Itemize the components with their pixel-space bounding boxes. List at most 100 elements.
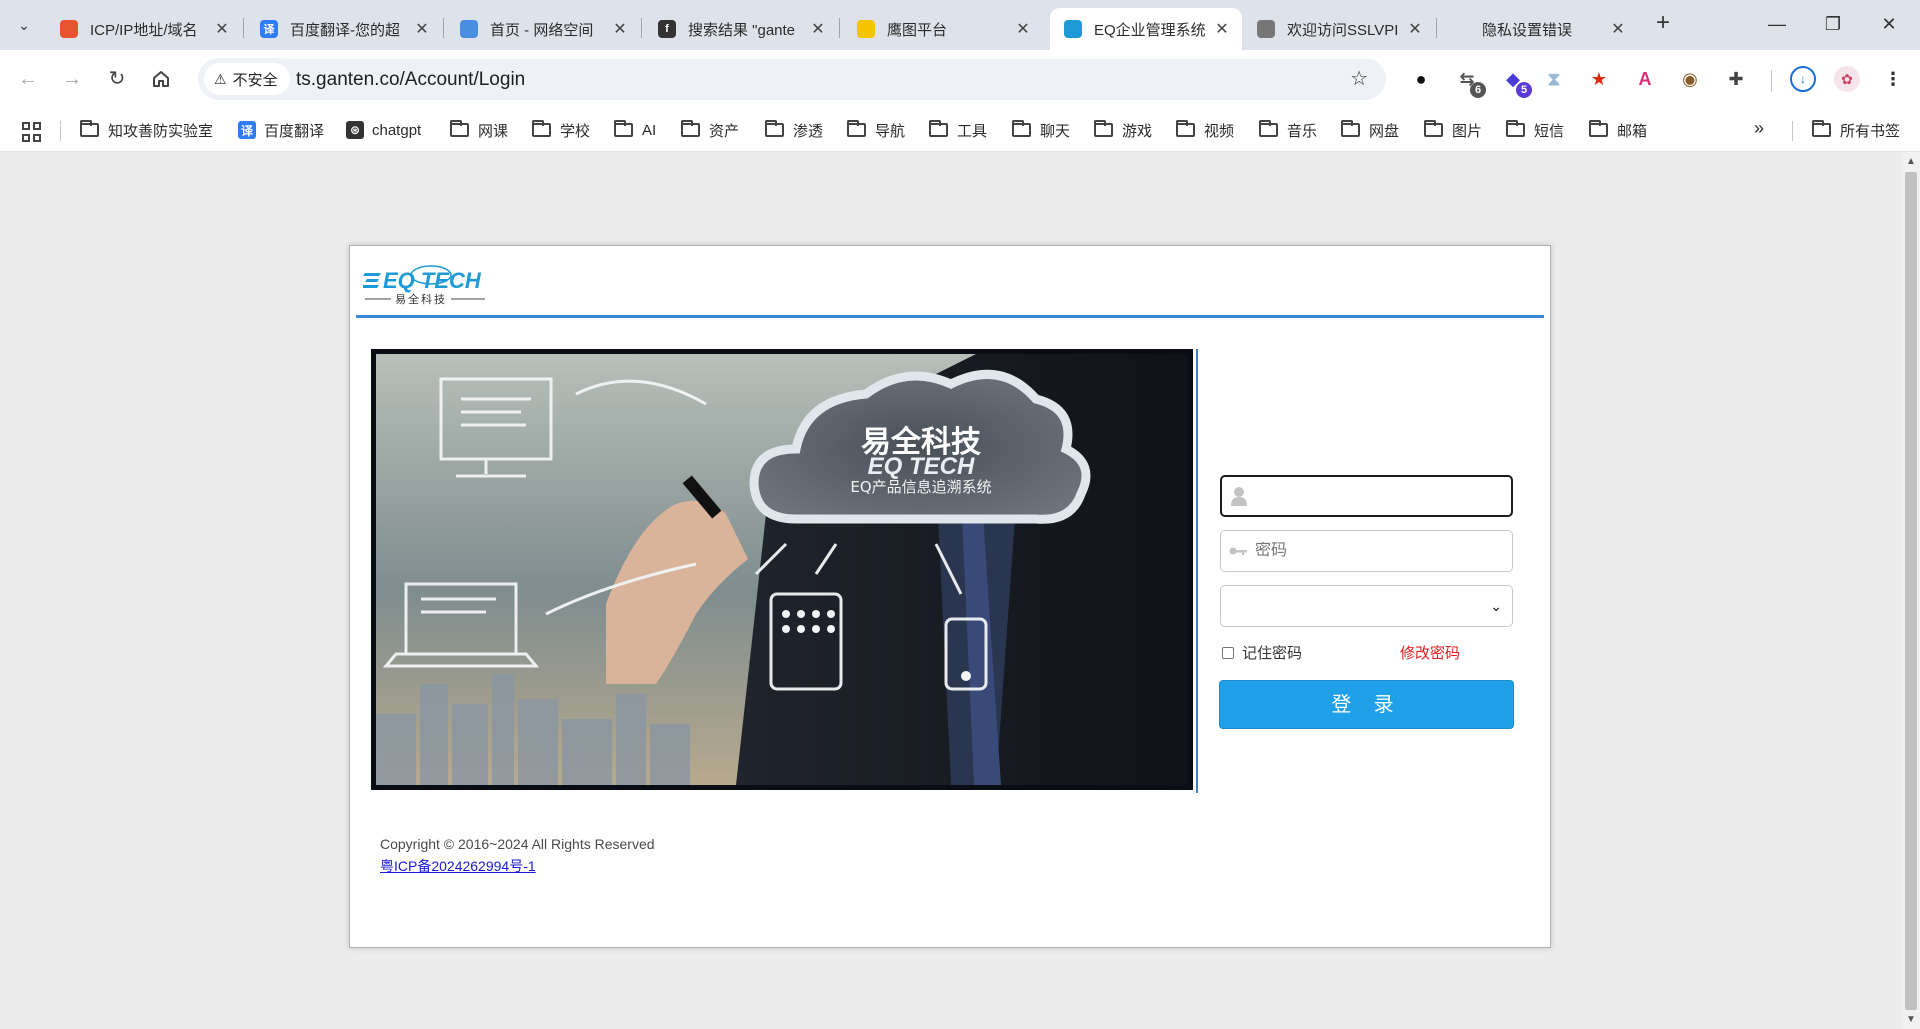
reload-button[interactable]: ↻ [103, 65, 131, 93]
bookmark-label: 百度翻译 [264, 122, 325, 140]
login-button[interactable]: 登 录 [1219, 680, 1514, 729]
url-host: ts.ganten.co [296, 69, 400, 90]
hourglass-extension-icon[interactable]: ⧗ [1541, 66, 1567, 92]
home-button[interactable] [147, 65, 175, 93]
browser-tab[interactable]: 隐私设置错误 ✕ [1438, 8, 1638, 50]
browser-tab[interactable]: 译百度翻译-您的超 ✕ [246, 8, 442, 50]
download-icon[interactable]: ↓ [1790, 66, 1816, 92]
close-tab-icon[interactable]: ✕ [212, 19, 232, 39]
password-input[interactable] [1255, 542, 1495, 560]
toolbar-divider [1771, 70, 1772, 92]
profile-avatar[interactable]: ✿ [1834, 66, 1860, 92]
chatgpt-icon: ⊛ [346, 121, 364, 139]
all-bookmarks-button[interactable]: 所有书签 [1812, 119, 1900, 141]
security-chip[interactable]: ⚠ 不安全 [204, 63, 290, 95]
bookmark-item[interactable]: 音乐 [1259, 119, 1317, 141]
bookmarks-overflow-button[interactable]: » [1754, 117, 1764, 139]
browser-tab[interactable]: ICP/IP地址/域名 ✕ [46, 8, 242, 50]
bookmark-item[interactable]: AI [614, 119, 656, 141]
close-tab-icon[interactable]: ✕ [412, 19, 432, 39]
arrow-right-icon: → [62, 68, 82, 90]
password-field[interactable] [1220, 530, 1513, 572]
forward-button[interactable]: → [58, 65, 86, 93]
icp-link[interactable]: 粤ICP备2024262994号-1 [380, 856, 536, 876]
scroll-down-icon[interactable]: ▼ [1906, 1014, 1916, 1025]
close-tab-icon[interactable]: ✕ [808, 19, 828, 39]
remember-password[interactable]: 记住密码 [1220, 642, 1302, 663]
scroll-up-icon[interactable]: ▲ [1906, 156, 1916, 167]
bookmark-item[interactable]: 图片 [1424, 119, 1482, 141]
bookmark-item[interactable]: 邮箱 [1589, 119, 1647, 141]
address-bar[interactable]: ⚠ 不安全 ts.ganten.co/Account/Login ☆ [198, 58, 1386, 100]
shield-extension-icon[interactable]: ◆ 5 [1500, 66, 1532, 98]
bookmark-item[interactable]: 网课 [450, 119, 508, 141]
bookmark-label: 视频 [1204, 122, 1235, 140]
bookmark-item[interactable]: 导航 [847, 119, 905, 141]
bookmark-item[interactable]: 视频 [1176, 119, 1234, 141]
close-window-button[interactable]: ✕ [1866, 8, 1912, 40]
close-tab-icon[interactable]: ✕ [1013, 19, 1033, 39]
browser-tab[interactable]: 鹰图平台 ✕ [843, 8, 1043, 50]
new-tab-button[interactable]: + [1649, 10, 1677, 38]
bookmark-item[interactable]: 游戏 [1094, 119, 1152, 141]
hunter-favicon [857, 20, 875, 38]
browser-tab[interactable]: f 搜索结果 "gante ✕ [644, 8, 838, 50]
bookmarks-bar: 知攻善防实验室 译百度翻译 ⊛ chatgpt 网课 学校 AI 资产 渗透 导航 工具 聊天 游戏 视频… [0, 108, 1920, 152]
logo-text: EQ TECH [383, 268, 482, 293]
eq-tech-logo: EQ TECH 易全科技 [363, 265, 485, 306]
bookmark-item[interactable]: 聊天 [1012, 119, 1070, 141]
puzzle-extension-icon[interactable]: ✚ [1723, 66, 1749, 92]
page-scrollbar[interactable]: ▲ ▼ [1902, 152, 1920, 1029]
bookmark-star-icon[interactable]: ☆ [1350, 66, 1368, 91]
username-field[interactable] [1220, 475, 1513, 517]
login-card: EQ TECH 易全科技 易全科技 EQ TECH EQ产品信息追溯系统 ⌄ 记… [349, 245, 1551, 948]
bookmark-item[interactable]: 学校 [532, 119, 590, 141]
browser-tab[interactable]: EQ企业管理系统 ✕ [1050, 8, 1242, 50]
china-flag-extension-icon[interactable]: ★ [1586, 66, 1612, 92]
bookmark-label: 工具 [957, 122, 988, 140]
bookmark-item[interactable]: 网盘 [1341, 119, 1399, 141]
remember-label: 记住密码 [1242, 645, 1303, 662]
close-tab-icon[interactable]: ✕ [1608, 19, 1628, 39]
back-button[interactable]: ← [14, 65, 42, 93]
bookmarks-divider [60, 121, 61, 141]
bookmark-item[interactable]: 译百度翻译 [238, 119, 324, 141]
close-tab-icon[interactable]: ✕ [1405, 19, 1425, 39]
translate-extension-icon[interactable]: ⇆ 6 [1454, 66, 1486, 98]
bookmark-item[interactable]: 工具 [929, 119, 987, 141]
circle-extension-icon[interactable]: ● [1408, 66, 1434, 92]
tab-search-button[interactable]: ⌄ [10, 11, 38, 39]
copyright-text: Copyright © 2016~2024 All Rights Reserve… [380, 836, 655, 852]
banner-caption: EQ产品信息追溯系统 [850, 478, 991, 496]
cookie-extension-icon[interactable]: ◉ [1677, 66, 1703, 92]
bookmark-label: 学校 [560, 122, 591, 140]
bookmark-label: 音乐 [1287, 122, 1318, 140]
browser-tab[interactable]: 首页 - 网络空间 ✕ [446, 8, 640, 50]
tab-title: 百度翻译-您的超 [290, 21, 400, 39]
bookmark-item[interactable]: ⊛ chatgpt [346, 119, 421, 141]
scrollbar-thumb[interactable] [1905, 172, 1917, 1010]
bookmark-item[interactable]: 渗透 [765, 119, 823, 141]
close-tab-icon[interactable]: ✕ [610, 19, 630, 39]
apps-grid-icon[interactable] [22, 122, 42, 142]
folder-icon [1812, 120, 1831, 137]
remember-checkbox[interactable] [1222, 646, 1234, 659]
header-rule [356, 315, 1544, 318]
folder-icon [929, 120, 948, 137]
change-password-link[interactable]: 修改密码 [1400, 642, 1460, 663]
folder-icon [1506, 120, 1525, 137]
browser-tab[interactable]: 欢迎访问SSLVPI ✕ [1243, 8, 1435, 50]
bookmark-item[interactable]: 知攻善防实验室 [80, 119, 213, 141]
chevron-down-icon: ⌄ [1490, 598, 1502, 614]
close-tab-icon[interactable]: ✕ [1212, 19, 1232, 39]
bookmark-item[interactable]: 短信 [1506, 119, 1564, 141]
restore-button[interactable]: ❐ [1810, 8, 1856, 40]
system-select[interactable]: ⌄ [1220, 585, 1513, 627]
magenta-extension-icon[interactable]: A [1632, 66, 1658, 92]
username-input[interactable] [1256, 487, 1496, 505]
bookmark-item[interactable]: 资产 [681, 119, 739, 141]
menu-kebab-icon[interactable]: ⋮ [1880, 66, 1906, 92]
minimize-button[interactable]: ― [1754, 8, 1800, 40]
tab-divider [243, 18, 244, 38]
url-text[interactable]: ts.ganten.co/Account/Login [296, 69, 525, 91]
